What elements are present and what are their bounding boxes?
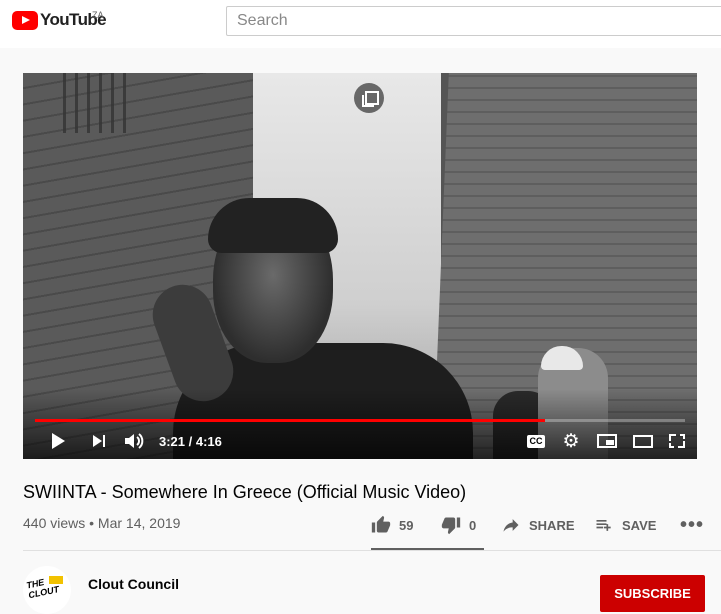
thumbs-down-icon [441, 517, 461, 535]
miniplayer-icon[interactable] [596, 427, 618, 455]
search-box [226, 6, 721, 36]
avatar[interactable]: THE CLOUT [23, 566, 71, 614]
player-controls: 3:21 / 4:16 CC ⚙ [23, 427, 697, 455]
next-icon[interactable] [89, 427, 109, 455]
time-display: 3:21 / 4:16 [159, 434, 222, 449]
play-icon[interactable] [49, 427, 67, 455]
dislike-button[interactable]: 0 [441, 510, 476, 540]
more-dots-icon[interactable]: ••• [680, 510, 704, 540]
miniplayer-overlay-icon[interactable] [354, 83, 384, 113]
add-to-playlist-icon [596, 520, 611, 531]
theater-mode-icon[interactable] [632, 427, 654, 455]
video-meta: 440 views • Mar 14, 2019 [23, 515, 181, 531]
cc-icon[interactable]: CC [526, 427, 546, 455]
like-count: 59 [399, 517, 414, 533]
save-label: SAVE [622, 517, 657, 533]
thumbs-up-icon [371, 515, 391, 533]
video-title: SWIINTA - Somewhere In Greece (Official … [23, 482, 467, 502]
share-arrow-icon [503, 519, 519, 532]
masthead: YouTube ZA [0, 0, 721, 48]
like-button[interactable]: 59 [371, 510, 413, 540]
divider [23, 550, 721, 551]
save-button[interactable]: SAVE [594, 510, 656, 540]
progress-bar[interactable] [35, 419, 685, 422]
share-label: SHARE [529, 517, 575, 533]
country-code: ZA [92, 10, 104, 20]
volume-icon[interactable] [123, 427, 145, 455]
channel-name[interactable]: Clout Council [88, 576, 179, 592]
progress-fill [35, 419, 546, 422]
share-button[interactable]: SHARE [501, 510, 575, 540]
search-input[interactable] [227, 7, 721, 35]
video-player[interactable]: 3:21 / 4:16 CC ⚙ [23, 73, 697, 459]
settings-gear-icon[interactable]: ⚙ [560, 427, 582, 455]
fullscreen-icon[interactable] [667, 427, 687, 455]
youtube-logo-icon [12, 10, 38, 30]
subscribe-button[interactable]: SUBSCRIBE [600, 575, 705, 612]
dislike-count: 0 [469, 517, 477, 533]
